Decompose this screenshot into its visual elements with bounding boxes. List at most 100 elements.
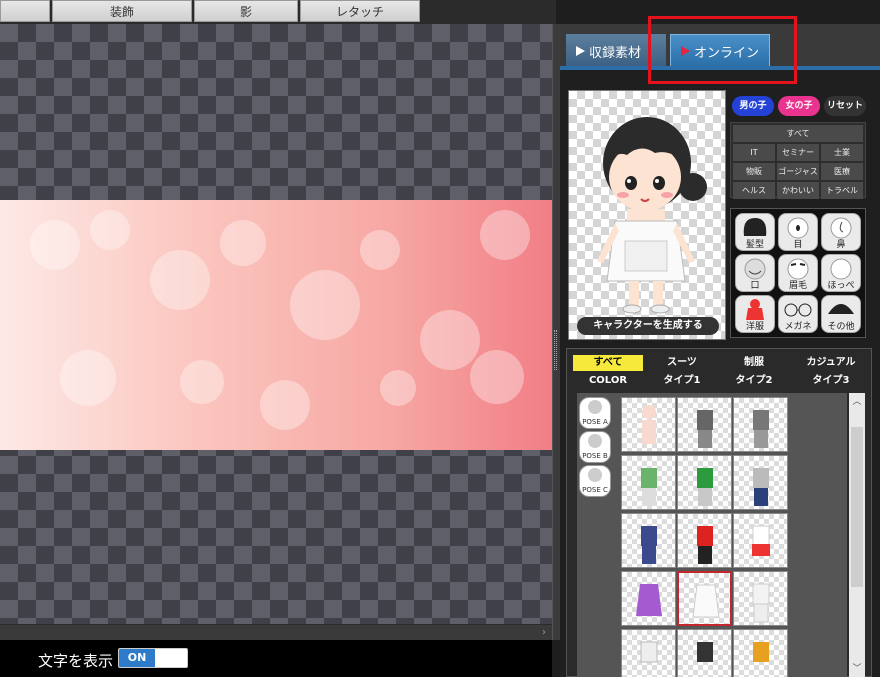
outfit-thumbnail[interactable] [677, 455, 732, 510]
bottom-bar: 文字を表示 ON [0, 640, 552, 677]
part-other-label: その他 [827, 322, 855, 332]
scroll-right-icon[interactable]: › [538, 625, 550, 641]
part-nose[interactable]: 鼻 [821, 213, 861, 251]
outfit-figure-icon [752, 525, 770, 556]
toolbar-tab-shadow[interactable]: 影 [194, 0, 298, 22]
splitter-grip[interactable] [554, 330, 557, 370]
part-glasses[interactable]: メガネ [778, 295, 818, 333]
generate-character-button[interactable]: キャラクターを生成する [577, 317, 719, 335]
category-seminar[interactable]: セミナー [777, 144, 819, 161]
character-panel: 収録素材 オンライン キャラクターを生成する 男の子 女の子 リセット すべて … [560, 24, 880, 677]
filter-suit[interactable]: スーツ [647, 355, 717, 371]
figure-icon [588, 400, 602, 414]
outfit-figure-icon [697, 468, 713, 506]
bokeh-circle [290, 270, 360, 340]
category-travel[interactable]: トラベル [821, 182, 863, 199]
scrollbar-thumb[interactable] [851, 427, 863, 587]
part-clothes[interactable]: 洋服 [735, 295, 775, 333]
play-icon [576, 46, 585, 56]
filter-uniform[interactable]: 制服 [719, 355, 789, 371]
outfit-thumbnail[interactable] [677, 629, 732, 677]
top-toolbar: 装飾 影 レタッチ [0, 0, 556, 24]
toolbar-tab-decoration[interactable]: 装飾 [52, 0, 192, 22]
part-cheeks-label: ほっぺ [827, 281, 855, 291]
figure-icon [588, 468, 602, 482]
outfit-thumbnail[interactable] [733, 397, 788, 452]
outfit-thumbnail[interactable] [677, 513, 732, 568]
filter-row-type: すべて スーツ 制服 カジュアル [567, 355, 873, 371]
category-medical[interactable]: 医療 [821, 163, 863, 180]
outfit-thumbnail[interactable] [621, 571, 676, 626]
outfit-thumbnail[interactable] [621, 629, 676, 677]
show-text-toggle[interactable]: ON [118, 648, 188, 668]
outfit-thumbnail[interactable] [733, 629, 788, 677]
app-window: 装飾 影 レタッチ › 文字を表示 ON 収録素材 オンライン キャラクターを生… [0, 0, 880, 677]
filter-all[interactable]: すべて [573, 355, 643, 371]
category-it[interactable]: IT [733, 144, 775, 161]
outfit-figure-icon [697, 410, 713, 448]
outfit-figure-icon [697, 526, 713, 564]
toolbar-tab-blank[interactable] [0, 0, 50, 22]
category-cute[interactable]: かわいい [777, 182, 819, 199]
filter-casual[interactable]: カジュアル [791, 355, 871, 371]
filter-type1[interactable]: タイプ1 [647, 373, 717, 389]
bokeh-circle [480, 210, 530, 260]
part-mouth[interactable]: 口 [735, 254, 775, 292]
filter-row-color: COLOR タイプ1 タイプ2 タイプ3 [567, 373, 873, 389]
part-cheeks[interactable]: ほっぺ [821, 254, 861, 292]
scroll-up-icon[interactable]: ︿ [849, 395, 865, 409]
canvas-horizontal-scrollbar[interactable]: › [0, 624, 552, 640]
boy-button[interactable]: 男の子 [732, 96, 774, 116]
part-glasses-label: メガネ [784, 322, 812, 332]
outfit-thumbnail[interactable] [677, 397, 732, 452]
bokeh-circle [360, 230, 400, 270]
outfit-figure-icon [642, 405, 656, 444]
pose-c-button[interactable]: POSE C [579, 465, 611, 497]
banner-image[interactable] [0, 200, 552, 450]
bokeh-circle [260, 380, 310, 430]
category-all[interactable]: すべて [733, 125, 863, 142]
category-retail[interactable]: 物販 [733, 163, 775, 180]
items-vertical-scrollbar[interactable]: ︿ ﹀ [849, 393, 865, 677]
outfit-thumbnail[interactable] [621, 513, 676, 568]
pose-a-button[interactable]: POSE A [579, 397, 611, 429]
outfit-figure-icon [636, 584, 662, 616]
bokeh-circle [150, 250, 210, 310]
editing-canvas[interactable] [0, 24, 552, 624]
outfit-thumbnail[interactable] [621, 397, 676, 452]
outfit-figure-icon [753, 468, 769, 506]
filter-type2[interactable]: タイプ2 [719, 373, 789, 389]
toolbar-tab-shadow-label: 影 [239, 4, 252, 19]
tab-local-label: 収録素材 [589, 45, 642, 61]
category-grid: すべて IT セミナー 士業 物販 ゴージャス 医療 ヘルス かわいい トラベル [730, 122, 866, 199]
outfit-thumbnail-selected[interactable] [677, 571, 732, 626]
part-eyebrows[interactable]: 眉毛 [778, 254, 818, 292]
pose-c-label: POSE C [582, 486, 608, 494]
scroll-down-icon[interactable]: ﹀ [849, 662, 865, 676]
outfit-thumbnail[interactable] [733, 455, 788, 510]
toolbar-tab-retouch[interactable]: レタッチ [300, 0, 420, 22]
outfit-figure-icon [641, 526, 657, 564]
filter-type3[interactable]: タイプ3 [791, 373, 871, 389]
reset-button[interactable]: リセット [824, 96, 866, 116]
part-eyes[interactable]: 目 [778, 213, 818, 251]
filter-color[interactable]: COLOR [573, 373, 643, 389]
bokeh-circle [60, 350, 116, 406]
outfit-thumbnail[interactable] [733, 571, 788, 626]
outfit-thumbnail[interactable] [733, 513, 788, 568]
pose-b-button[interactable]: POSE B [579, 431, 611, 463]
character-illustration [597, 117, 707, 314]
category-professional[interactable]: 士業 [821, 144, 863, 161]
girl-button[interactable]: 女の子 [778, 96, 820, 116]
part-nose-label: 鼻 [836, 240, 846, 250]
category-gorgeous[interactable]: ゴージャス [777, 163, 819, 180]
clothes-section: すべて スーツ 制服 カジュアル COLOR タイプ1 タイプ2 タイプ3 PO… [566, 348, 872, 677]
bokeh-circle [30, 220, 80, 270]
part-other[interactable]: その他 [821, 295, 861, 333]
part-eyebrows-label: 眉毛 [788, 281, 807, 291]
category-health[interactable]: ヘルス [733, 182, 775, 199]
part-hair[interactable]: 髪型 [735, 213, 775, 251]
outfit-figure-icon [752, 583, 770, 623]
outfit-thumbnail[interactable] [621, 455, 676, 510]
toolbar-tab-decoration-label: 装飾 [109, 4, 134, 19]
